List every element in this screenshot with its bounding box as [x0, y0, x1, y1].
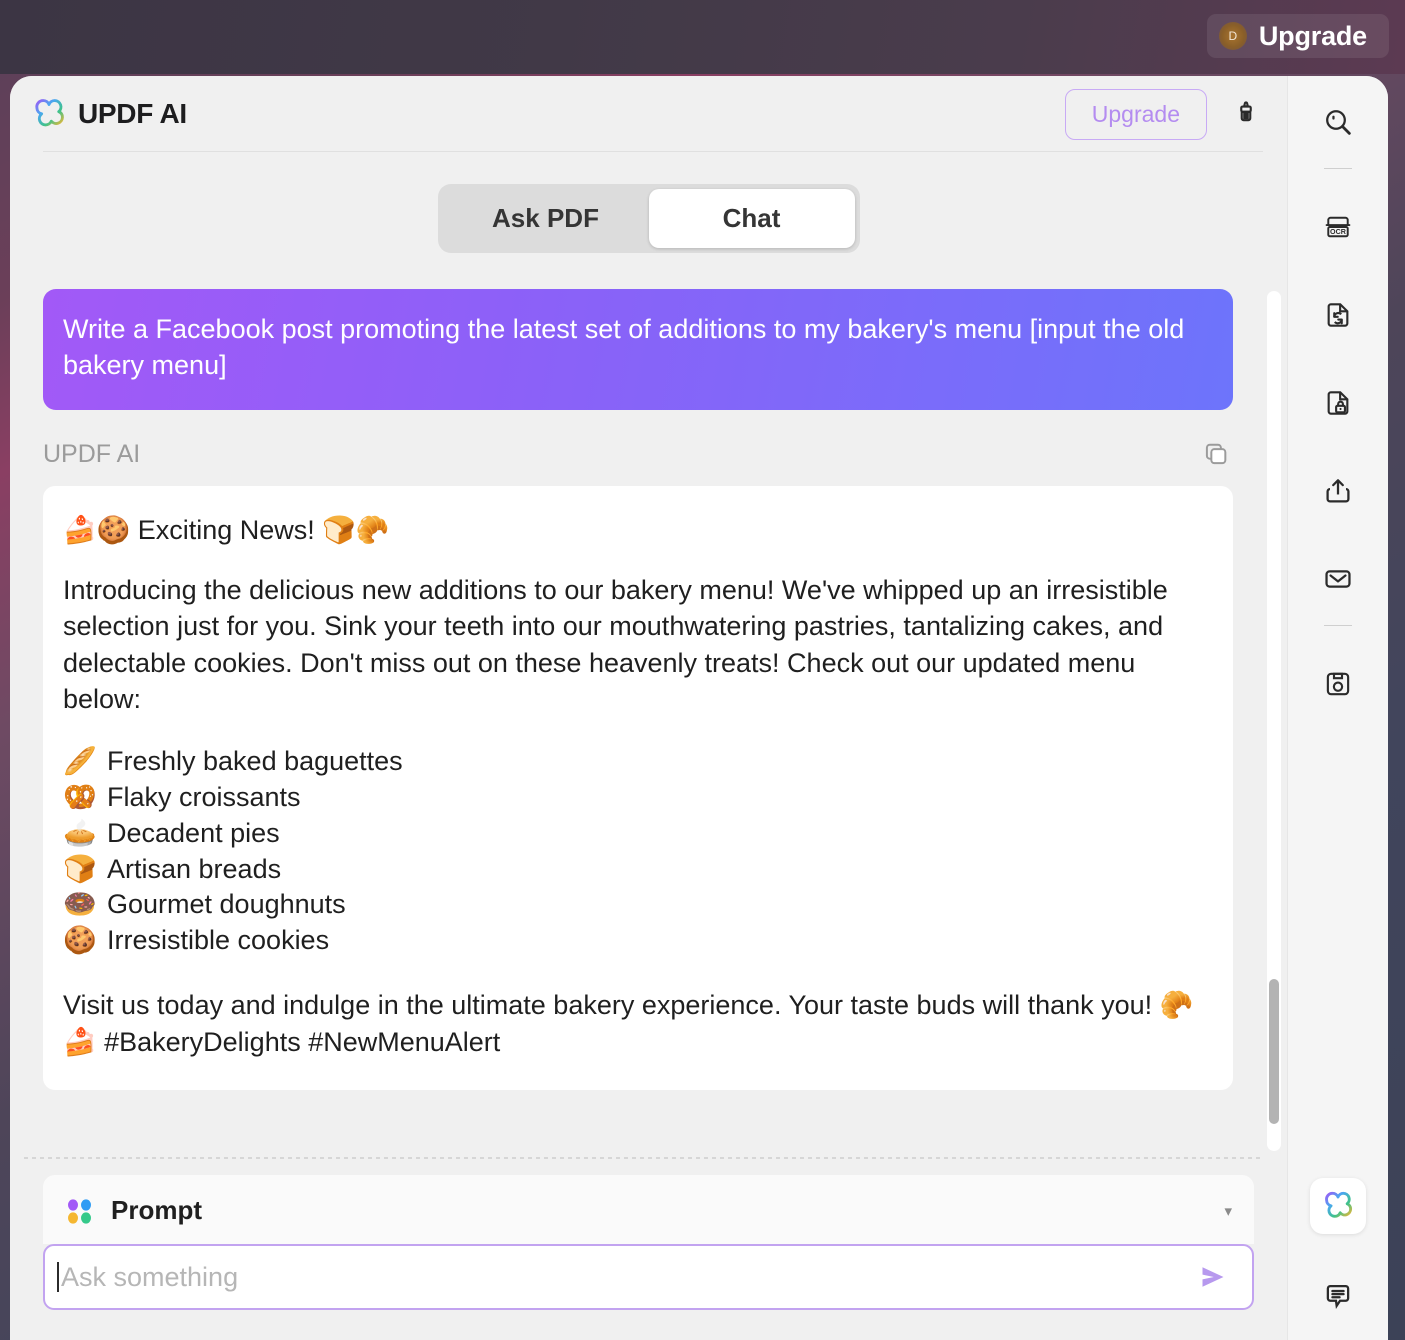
- upgrade-button[interactable]: Upgrade: [1064, 88, 1207, 140]
- comment-icon[interactable]: [1310, 1270, 1366, 1322]
- pretzel-icon: 🥨: [63, 781, 97, 812]
- share-export-icon[interactable]: [1310, 463, 1366, 519]
- copy-icon[interactable]: [1199, 438, 1233, 472]
- rail-divider: [1324, 168, 1352, 169]
- tab-group: Ask PDF Chat: [437, 184, 860, 253]
- list-item-label: Gourmet doughnuts: [107, 889, 346, 920]
- page-title: UPDF AI: [78, 98, 187, 129]
- prompt-block: Prompt ▾: [10, 1159, 1287, 1340]
- baguette-icon: 🥖: [63, 745, 97, 776]
- prompt-header[interactable]: Prompt ▾: [43, 1175, 1254, 1244]
- chat-scroll-area[interactable]: Write a Facebook post promoting the late…: [10, 289, 1287, 1157]
- response-intro: Introducing the delicious new additions …: [63, 575, 1168, 715]
- save-floppy-icon[interactable]: [1310, 656, 1366, 712]
- chat-scrollbar[interactable]: [1267, 291, 1281, 1151]
- tab-chat[interactable]: Chat: [648, 189, 855, 248]
- list-item-label: Freshly baked baguettes: [107, 745, 403, 776]
- response-headline: 🍰🍪 Exciting News! 🍞🥐: [63, 514, 390, 545]
- avatar: D: [1218, 22, 1247, 50]
- send-icon[interactable]: [1192, 1256, 1234, 1298]
- ocr-icon[interactable]: OCR: [1310, 199, 1366, 255]
- chat-messages: Write a Facebook post promoting the late…: [43, 289, 1263, 1091]
- tab-ask-pdf[interactable]: Ask PDF: [443, 189, 649, 248]
- four-dots-icon: [65, 1196, 95, 1226]
- rail-divider: [1324, 625, 1352, 626]
- chevron-down-icon[interactable]: ▾: [1224, 1202, 1232, 1220]
- list-item-label: Decadent pies: [107, 817, 280, 848]
- ai-panel-header: UPDF AI Upgrade: [10, 76, 1287, 152]
- protect-document-icon[interactable]: [1310, 375, 1366, 431]
- list-item: 🥖 Freshly baked baguettes: [63, 744, 1203, 780]
- mode-tabs: Ask PDF Chat: [10, 184, 1287, 253]
- search-icon[interactable]: [1310, 94, 1366, 150]
- doughnut-icon: 🍩: [63, 889, 97, 920]
- desktop-topbar: D Upgrade: [0, 0, 1405, 74]
- user-message-bubble: Write a Facebook post promoting the late…: [43, 289, 1233, 410]
- updf-clover-logo-icon: [32, 97, 66, 131]
- cookie-icon: 🍪: [63, 925, 97, 956]
- convert-document-icon[interactable]: [1310, 287, 1366, 343]
- desktop-upgrade-button[interactable]: D Upgrade: [1206, 14, 1389, 58]
- prompt-input[interactable]: [61, 1261, 1192, 1293]
- tool-rail: OCR: [1287, 76, 1388, 1340]
- assistant-message-card: 🍰🍪 Exciting News! 🍞🥐 Introducing the del…: [43, 485, 1233, 1091]
- response-closing: Visit us today and indulge in the ultima…: [63, 990, 1194, 1057]
- chat-scrollbar-thumb[interactable]: [1269, 979, 1279, 1124]
- updf-ai-clover-icon[interactable]: [1310, 1178, 1366, 1234]
- ai-panel: UPDF AI Upgrade Ask PDF Chat Write a Fac…: [10, 76, 1287, 1340]
- svg-text:OCR: OCR: [1330, 228, 1347, 236]
- assistant-message-header: UPDF AI: [43, 438, 1233, 472]
- list-item: 🍪 Irresistible cookies: [63, 923, 1203, 959]
- list-item: 🍞 Artisan breads: [63, 852, 1203, 888]
- rail-bottom-group: [1288, 1178, 1388, 1322]
- desktop-upgrade-label: Upgrade: [1258, 20, 1367, 51]
- header-actions: Upgrade: [1064, 88, 1263, 140]
- list-item-label: Artisan breads: [107, 853, 282, 884]
- list-item-label: Irresistible cookies: [107, 925, 330, 956]
- menu-item-list: 🥖 Freshly baked baguettes 🥨 Flaky croiss…: [63, 744, 1203, 959]
- mail-icon[interactable]: [1310, 551, 1366, 607]
- bread-icon: 🍞: [63, 853, 97, 884]
- list-item: 🥨 Flaky croissants: [63, 780, 1203, 816]
- updf-ai-window: UPDF AI Upgrade Ask PDF Chat Write a Fac…: [10, 76, 1388, 1340]
- list-item-label: Flaky croissants: [107, 781, 301, 812]
- list-item: 🍩 Gourmet doughnuts: [63, 887, 1203, 923]
- pie-icon: 🥧: [63, 817, 97, 848]
- brush-icon[interactable]: [1229, 97, 1263, 131]
- list-item: 🥧 Decadent pies: [63, 816, 1203, 852]
- prompt-label: Prompt: [111, 1195, 202, 1225]
- assistant-name-label: UPDF AI: [43, 440, 141, 469]
- prompt-input-row[interactable]: [43, 1244, 1254, 1310]
- text-caret: [57, 1262, 59, 1292]
